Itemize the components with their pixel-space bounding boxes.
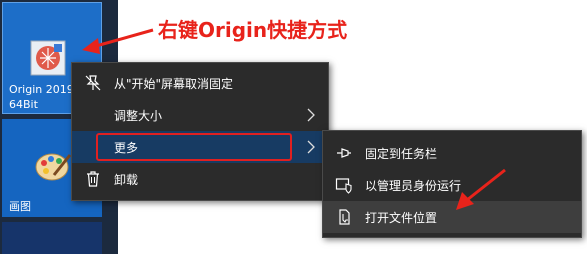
arrow-to-origin-icon: [82, 28, 154, 54]
arrow-to-file-location: [456, 168, 506, 210]
annotation-arrows: [82, 28, 506, 210]
